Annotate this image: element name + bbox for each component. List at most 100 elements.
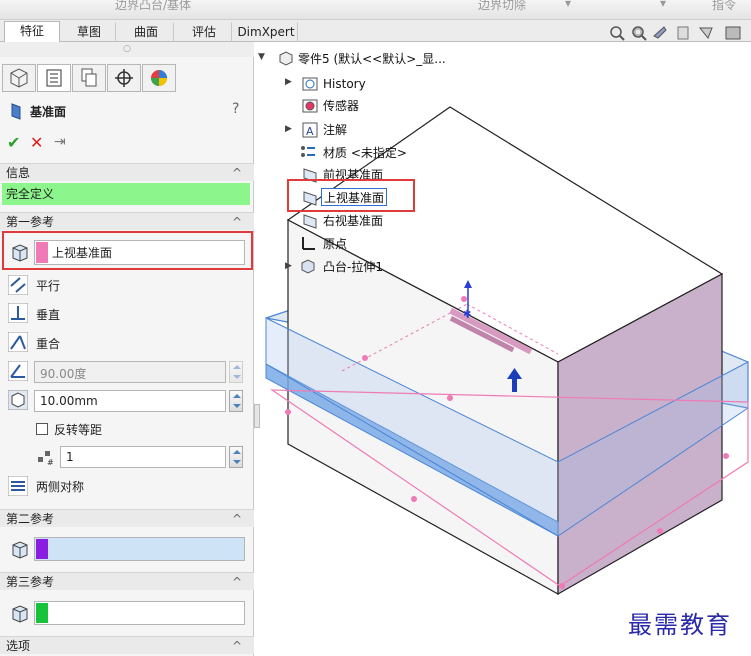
third-reference-color-swatch [36,603,48,623]
expand-arrow-icon[interactable]: ▶ [285,77,292,87]
instance-count-input[interactable]: 1 [60,446,226,468]
collapse-caret-icon[interactable]: ^ [232,637,242,655]
tab-evaluate[interactable]: 评估 [176,22,232,42]
offset-distance-icon[interactable] [8,390,28,410]
second-reference-field[interactable] [34,537,245,561]
collapse-caret-icon[interactable]: ^ [232,510,242,528]
boundary-boss-command[interactable]: 边界凸台/基体 [115,0,191,13]
tab-surface[interactable]: 曲面 [118,22,174,42]
coincident-icon[interactable] [8,332,28,352]
crosshair-icon [115,69,133,87]
tree-item-material[interactable]: 材质 <未指定> [323,144,407,162]
appearance-icon [151,70,167,86]
svg-text:A: A [306,125,314,138]
splitter-handle[interactable] [254,404,260,428]
instance-count-value: 1 [66,450,74,464]
first-reference-label: 第一参考 [6,215,55,229]
expand-arrow-icon[interactable]: ▶ [285,261,292,271]
collapse-caret-icon[interactable]: ^ [232,573,242,591]
cancel-button[interactable]: ✕ [30,133,43,152]
tab-dimxpert[interactable]: DimXpert [234,22,298,42]
handle-point[interactable] [285,409,291,415]
part-icon [279,51,293,66]
expand-arrow-icon[interactable]: ▶ [285,124,292,134]
instance-count-icon: # [38,451,54,466]
handle-point[interactable] [461,296,467,302]
plane-icon [11,103,21,120]
perpendicular-label[interactable]: 垂直 [36,306,60,323]
collapse-caret-icon[interactable]: ^ [232,213,242,231]
ok-button[interactable]: ✔ [7,133,20,152]
configuration-manager-tab[interactable] [72,64,106,92]
flip-offset-label[interactable]: 反转等距 [54,421,102,438]
handle-point[interactable] [657,528,663,534]
flip-offset-checkbox[interactable] [36,423,48,435]
handle-point[interactable] [723,453,729,459]
svg-text:#: # [47,458,54,466]
section-view-icon[interactable] [677,26,689,40]
command-strip: 边界凸台/基体 边界切除 ▾ ▾ 指令 [0,0,751,20]
dropdown-arrow-icon[interactable]: ▾ [565,0,571,10]
tree-item-history[interactable]: History [323,75,366,93]
second-reference-label: 第二参考 [6,512,55,526]
distance-spinner[interactable] [229,390,243,412]
handle-point[interactable] [447,395,453,401]
parallel-icon[interactable] [8,275,28,295]
tree-root-part[interactable]: 零件5 (默认<<默认>_显... [298,50,446,68]
tree-item-annotations[interactable]: 注解 [323,121,347,139]
third-reference-label: 第三参考 [6,575,55,589]
material-icon [301,146,315,157]
coincident-label[interactable]: 重合 [36,335,60,352]
previous-view-icon[interactable] [653,26,667,39]
count-spinner[interactable] [229,446,243,468]
property-manager-tab[interactable] [37,64,71,92]
tree-item-right-plane[interactable]: 右视基准面 [323,212,383,230]
mid-plane-icon[interactable] [8,476,28,496]
expand-arrow-icon[interactable]: ▼ [258,52,265,62]
tab-sketch[interactable]: 草图 [62,22,116,42]
third-reference-header[interactable]: 第三参考 ^ [0,572,254,590]
angle-icon[interactable] [8,361,28,381]
view-orientation-icon[interactable] [698,27,713,39]
property-manager-icon [46,69,62,87]
collapse-caret-icon[interactable]: ^ [232,164,242,182]
options-section-header[interactable]: 选项 ^ [0,636,254,654]
feature-tree-icon [10,68,28,88]
zoom-area-icon[interactable] [632,26,647,41]
handle-point[interactable] [559,583,565,589]
dropdown-arrow-icon[interactable]: ▾ [660,0,666,10]
tree-item-boss-extrude[interactable]: 凸台-拉伸1 [323,258,383,276]
options-header-label: 选项 [6,639,31,653]
perpendicular-icon[interactable] [8,303,28,323]
second-reference-header[interactable]: 第二参考 ^ [0,509,254,527]
zoom-to-fit-icon[interactable] [610,26,625,41]
display-manager-tab[interactable] [142,64,176,92]
plane-icon [303,214,317,229]
tab-features[interactable]: 特征 [4,21,60,43]
display-style-icon[interactable] [725,26,741,40]
reference-selection-icon [12,541,28,559]
configuration-icon [81,68,97,87]
angle-value: 90.00度 [40,367,87,381]
feature-manager-tab[interactable] [2,64,36,92]
tree-item-sensors[interactable]: 传感器 [323,97,359,115]
pin-icon[interactable]: ⇥ [54,134,66,150]
third-reference-field[interactable] [34,601,245,625]
highlight-box [2,231,253,270]
distance-input[interactable]: 10.00mm [34,390,226,412]
history-icon [302,77,318,91]
dimxpert-manager-tab[interactable] [107,64,141,92]
annotation-icon: A [302,122,318,138]
help-icon[interactable]: ? [232,101,239,117]
tree-item-origin[interactable]: 原点 [323,235,347,253]
mid-plane-label[interactable]: 两侧对称 [36,478,84,495]
info-section-header[interactable]: 信息 ^ [0,163,254,181]
status-message: 完全定义 [2,183,250,205]
handle-point[interactable] [362,355,368,361]
first-reference-header[interactable]: 第一参考 ^ [0,212,254,230]
boundary-cut-command[interactable]: 边界切除 [478,0,526,13]
command-item[interactable]: 指令 [712,0,736,13]
parallel-label[interactable]: 平行 [36,277,60,294]
panel-grip-icon[interactable]: ○ [0,42,254,57]
handle-point[interactable] [411,496,417,502]
